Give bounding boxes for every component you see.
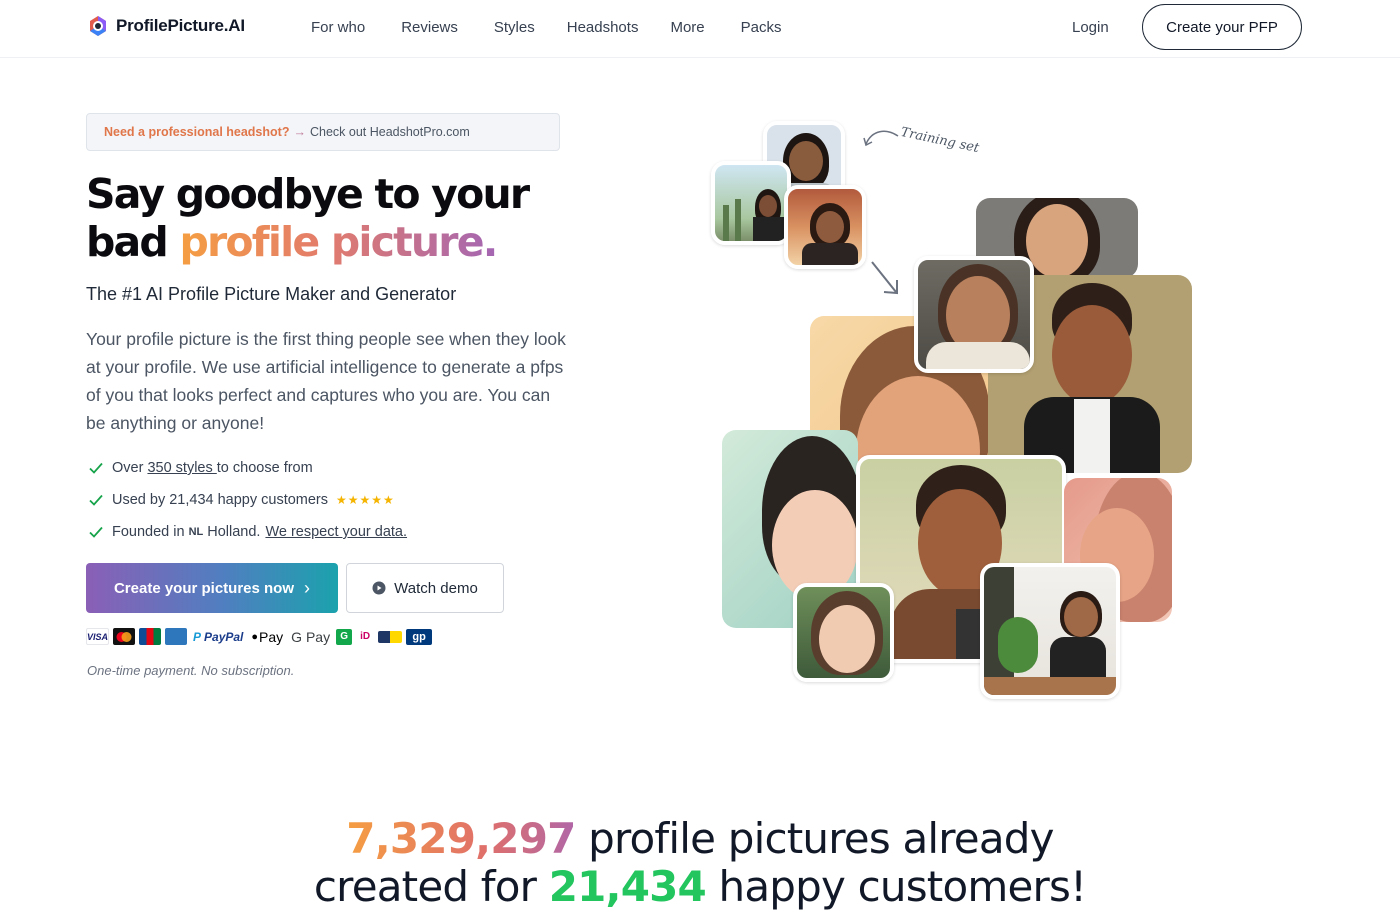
check-icon xyxy=(89,526,103,538)
arrow-icon: → xyxy=(293,125,306,139)
hero-title-line2: bad profile picture. xyxy=(86,218,606,266)
watch-demo-button[interactable]: Watch demo xyxy=(346,563,504,613)
stats-line1: 7,329,297 profile pictures already xyxy=(0,815,1400,863)
generated-photo-8 xyxy=(793,583,894,682)
nav-links: For who Reviews Styles Headshots More Pa… xyxy=(311,19,782,36)
generated-photo-4 xyxy=(914,256,1034,373)
check-icon xyxy=(89,462,103,474)
check-text-post: to choose from xyxy=(216,460,313,476)
jcb-icon xyxy=(139,628,161,645)
curved-arrow-icon xyxy=(863,130,899,147)
founded-text: Founded in xyxy=(112,524,185,540)
training-photo-2 xyxy=(711,161,791,245)
nav-link-more[interactable]: More xyxy=(670,19,704,36)
generated-photo-9 xyxy=(980,563,1120,699)
rating-stars: ★★★★★ xyxy=(336,493,395,507)
banner-link-text: Check out HeadshotPro.com xyxy=(309,125,470,139)
check-item-styles: Over 350 styles to choose from xyxy=(88,452,407,484)
training-photo-3 xyxy=(784,185,866,269)
google-pay-icon: G Pay xyxy=(291,628,331,645)
create-pictures-button[interactable]: Create your pictures now › xyxy=(86,563,338,613)
feature-checklist: Over 350 styles to choose from Used by 2… xyxy=(88,452,407,548)
nav-link-reviews[interactable]: Reviews xyxy=(401,19,458,36)
create-pictures-label: Create your pictures now xyxy=(113,579,295,597)
check-item-founded: Founded in NL Holland. We respect your d… xyxy=(88,516,407,548)
stats-line2: created for 21,434 happy customers! xyxy=(0,863,1400,910)
nl-flag: NL xyxy=(188,526,204,538)
bancontact-icon xyxy=(378,630,403,643)
brand-name: ProfilePicture.AI xyxy=(116,16,245,35)
apple-pay-icon: ● Pay xyxy=(251,628,284,645)
amex-icon xyxy=(165,628,187,645)
nav-link-packs[interactable]: Packs xyxy=(741,19,782,36)
payment-note: One-time payment. No subscription. xyxy=(87,663,295,678)
holland-text: Holland. xyxy=(207,524,261,540)
hero-subtitle: The #1 AI Profile Picture Maker and Gene… xyxy=(86,284,457,304)
check-icon xyxy=(89,494,103,506)
training-set-label: Training set xyxy=(899,124,981,157)
customers-count: 21,434 xyxy=(548,862,707,910)
visa-icon: VISA xyxy=(86,628,109,645)
stats-line2-post: happy customers! xyxy=(705,862,1087,910)
giropay-label: gp xyxy=(412,630,426,643)
hero-description: Your profile picture is the first thing … xyxy=(86,329,566,433)
headshot-promo-banner[interactable]: Need a professional headshot? → Check ou… xyxy=(86,113,560,151)
stats-line1-text: profile pictures already xyxy=(575,814,1054,863)
stats-line2-pre: created for xyxy=(313,862,549,910)
nav-link-for-who[interactable]: For who xyxy=(311,19,365,36)
mastercard-icon xyxy=(113,628,135,645)
stats-headline: 7,329,297 profile pictures already creat… xyxy=(0,815,1400,910)
logo-icon xyxy=(90,16,106,36)
hero-title-line1: Say goodbye to your xyxy=(86,170,530,218)
login-link[interactable]: Login xyxy=(1072,19,1109,36)
payment-methods: VISA P PayPal ● Pay G Pay G iD gp xyxy=(86,628,433,645)
check-item-customers: Used by 21,434 happy customers ★★★★★ xyxy=(88,484,407,516)
apple-pay-label: Pay xyxy=(259,628,284,645)
watch-demo-label: Watch demo xyxy=(394,579,478,597)
banner-strong-text: Need a professional headshot? xyxy=(104,125,290,139)
check-text-pre: Over xyxy=(112,460,148,476)
nav-link-styles[interactable]: Styles xyxy=(494,19,535,36)
brand-logo[interactable]: ProfilePicture.AI xyxy=(86,14,245,38)
paypal-icon: P PayPal xyxy=(193,629,244,644)
ideal-icon: iD xyxy=(360,631,371,642)
create-pfp-button[interactable]: Create your PFP xyxy=(1142,4,1302,50)
paypal-label: PayPal xyxy=(204,629,244,644)
nav-link-headshots[interactable]: Headshots xyxy=(567,19,639,36)
styles-link[interactable]: 350 styles xyxy=(147,460,216,476)
privacy-link[interactable]: We respect your data. xyxy=(265,524,407,540)
green-pay-icon: G xyxy=(336,628,353,645)
hero-title: Say goodbye to your bad profile picture. xyxy=(86,170,606,266)
customers-text: Used by 21,434 happy customers xyxy=(112,492,329,508)
hero-title-plain: bad xyxy=(86,218,180,266)
top-navigation: ProfilePicture.AI For who Reviews Styles… xyxy=(0,0,1400,58)
down-arrow-icon xyxy=(871,261,898,295)
pictures-count: 7,329,297 xyxy=(346,814,576,863)
chevron-right-icon: › xyxy=(304,577,311,598)
giropay-icon: gp xyxy=(406,628,433,645)
play-icon xyxy=(372,581,386,595)
hero-title-highlight: profile picture. xyxy=(179,218,498,266)
